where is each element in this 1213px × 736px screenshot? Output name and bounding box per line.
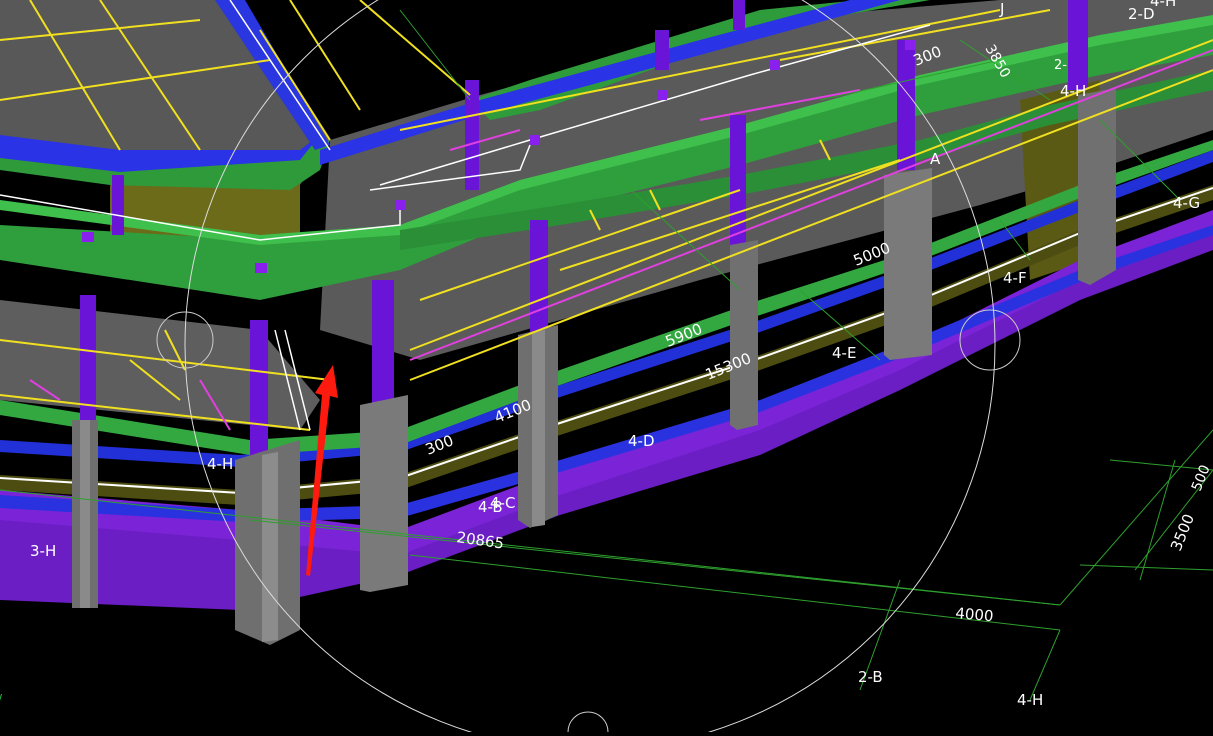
grid-label-a: A <box>930 150 941 168</box>
grid-label-4-h-left: 4-H <box>207 455 233 473</box>
grid-label-j: J <box>999 0 1004 18</box>
grid-label-2-dash: 2- <box>1054 58 1067 73</box>
structural-3d-model[interactable]: 2-D 4-H J 2- 4-H A 4-G 4-F 4-E 4-D 4-C 4… <box>0 0 1213 736</box>
grid-label-4-d: 4-D <box>628 432 655 450</box>
dim-4000: 4000 <box>955 604 995 625</box>
grid-label-2-b: 2-B <box>858 668 883 686</box>
grid-label-4-h-right: 4-H <box>1060 82 1086 100</box>
grid-label-3-h: 3-H <box>30 542 56 560</box>
grid-label-4-e: 4-E <box>832 344 856 362</box>
grid-label-4-h-top: 4-H <box>1150 0 1176 10</box>
grid-label-4-b: 4-B <box>478 498 503 516</box>
grid-label-4-h-bottom: 4-H <box>1017 691 1043 709</box>
model-viewport[interactable]: 2-D 4-H J 2- 4-H A 4-G 4-F 4-E 4-D 4-C 4… <box>0 0 1213 736</box>
grid-label-4-g: 4-G <box>1173 194 1200 212</box>
grid-label-4-f: 4-F <box>1003 269 1027 287</box>
